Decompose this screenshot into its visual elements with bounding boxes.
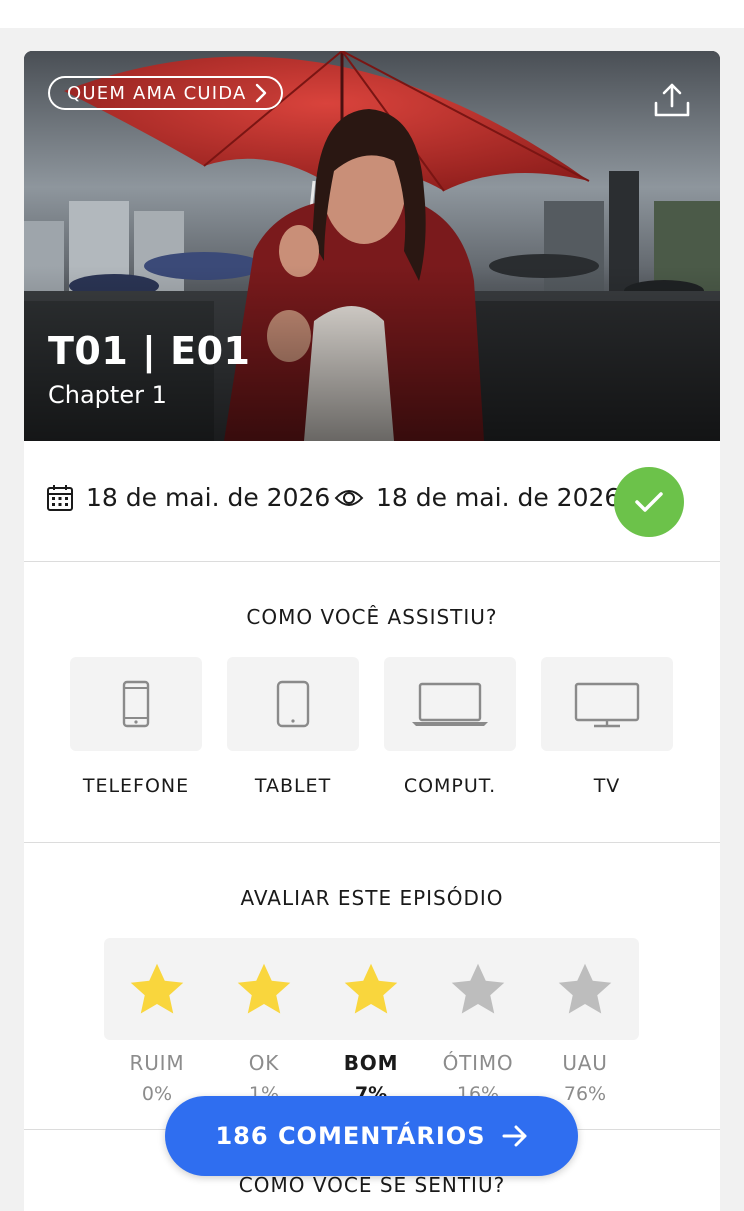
device-computer-label: COMPUT. (403, 775, 497, 797)
watch-section-title: COMO VOCÊ ASSISTIU? (246, 605, 498, 629)
device-phone-label: TELEFONE (82, 775, 190, 797)
rating-label-otimo: ÓTIMO (442, 1051, 514, 1075)
air-date[interactable]: 18 de mai. de 2026 (46, 483, 330, 512)
episode-title: Chapter 1 (48, 381, 167, 409)
comments-button[interactable]: 186 COMENTÁRIOS (165, 1096, 578, 1176)
air-date-text: 18 de mai. de 2026 (86, 483, 331, 512)
checkmark-icon (635, 492, 663, 512)
watch-device-section: COMO VOCÊ ASSISTIU? TELEFONE TABLET COMP… (24, 562, 720, 843)
comments-button-label: 186 COMENTÁRIOS (215, 1122, 486, 1150)
device-computer-button[interactable] (384, 657, 516, 751)
star-5-icon[interactable] (554, 960, 616, 1020)
watched-toggle-button[interactable] (614, 467, 684, 537)
rating-label-ok: OK (248, 1051, 280, 1075)
top-bar (0, 0, 744, 28)
star-2-icon[interactable] (233, 960, 295, 1020)
star-4-icon[interactable] (447, 960, 509, 1020)
chevron-right-icon (255, 83, 266, 103)
rating-label-uau: UAU (562, 1051, 608, 1075)
device-phone-button[interactable] (70, 657, 202, 751)
episode-card: QUEM AMA CUIDA T01 | E01 Chapter 1 18 de… (24, 51, 720, 1211)
phone-icon (122, 680, 150, 728)
star-3-icon[interactable] (340, 960, 402, 1020)
star-1-icon[interactable] (126, 960, 188, 1020)
laptop-icon (412, 682, 488, 726)
feelings-section-title: COMO VOCÊ SE SENTIU? (238, 1173, 506, 1197)
rating-label-bom: BOM (343, 1051, 399, 1075)
device-tv-label: TV (593, 775, 621, 797)
eye-icon (334, 489, 364, 506)
arrow-right-icon (502, 1125, 526, 1147)
rating-section: AVALIAR ESTE EPISÓDIO RUIM 0% OK 1% BOM … (24, 843, 720, 1130)
show-name: QUEM AMA CUIDA (67, 82, 247, 104)
device-tablet-label: TABLET (254, 775, 332, 797)
dates-row: 18 de mai. de 2026 18 de mai. de 2026 (24, 441, 720, 562)
share-icon[interactable] (652, 81, 692, 121)
star-rating (104, 938, 639, 1040)
episode-code: T01 | E01 (48, 329, 251, 373)
watched-date-text: 18 de mai. de 2026 (376, 483, 621, 512)
device-tablet-button[interactable] (227, 657, 359, 751)
episode-hero-image: QUEM AMA CUIDA T01 | E01 Chapter 1 (24, 51, 720, 441)
device-tv-button[interactable] (541, 657, 673, 751)
rating-label-ruim: RUIM (129, 1051, 185, 1075)
watched-date[interactable]: 18 de mai. de 2026 (334, 483, 620, 512)
calendar-icon (47, 484, 73, 511)
tablet-icon (276, 680, 310, 728)
rating-section-title: AVALIAR ESTE EPISÓDIO (240, 886, 504, 910)
tv-icon (574, 682, 640, 728)
show-link[interactable]: QUEM AMA CUIDA (48, 76, 283, 110)
